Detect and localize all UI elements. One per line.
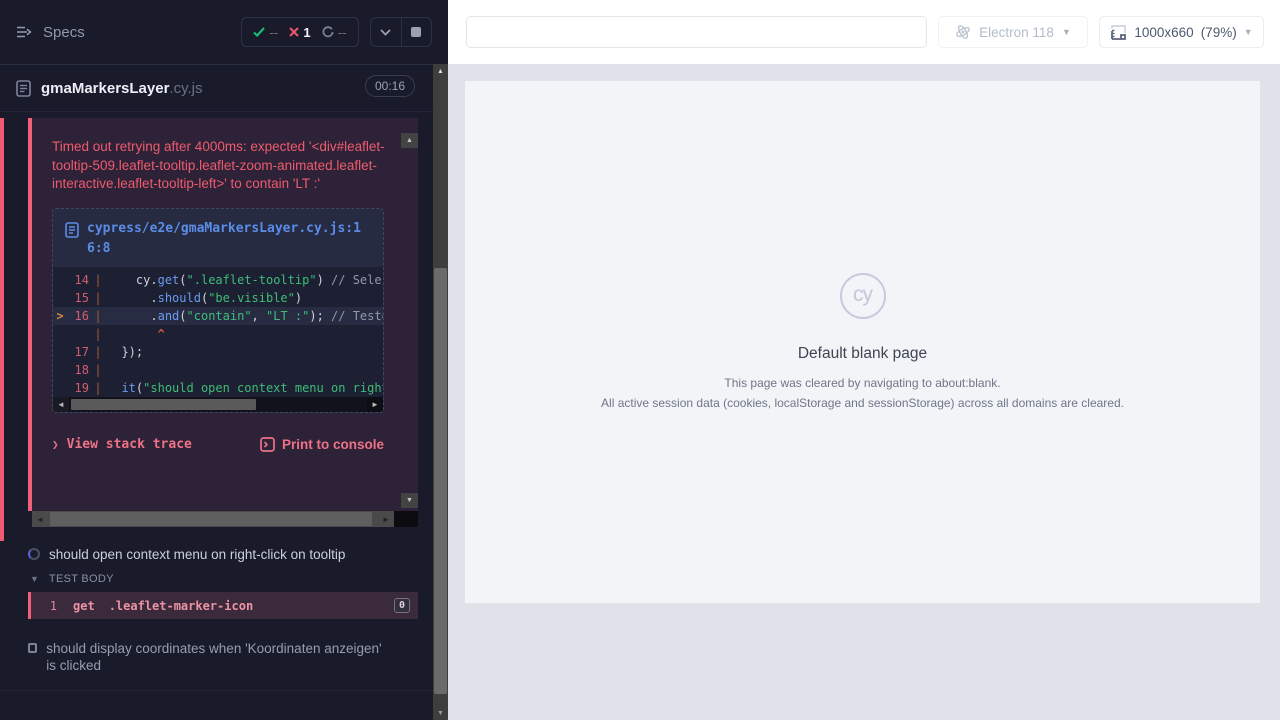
aut-stage: cy Default blank page This page was clea… xyxy=(448,64,1280,720)
stat-pending: -- xyxy=(322,25,347,40)
error-scroll-up-icon[interactable]: ▲ xyxy=(401,133,418,148)
console-icon xyxy=(260,437,275,452)
print-to-console-button[interactable]: Print to console xyxy=(260,437,384,452)
failed-attempt-bar xyxy=(0,118,4,541)
code-scrollbar-thumb[interactable] xyxy=(71,399,256,410)
code-line: 15| .should("be.visible") xyxy=(53,289,383,307)
chevron-down-icon: ▼ xyxy=(1062,27,1071,37)
code-line: 14| cy.get(".leaflet-tooltip") // Selek xyxy=(53,271,383,289)
command-count-badge: 0 xyxy=(394,598,410,613)
test-stats: -- 1 -- xyxy=(241,17,359,47)
reporter-scrollbar-thumb[interactable] xyxy=(434,268,447,694)
scroll-right-icon[interactable]: ► xyxy=(378,511,394,527)
spec-file-icon xyxy=(16,80,31,97)
error-actions: ❯View stack trace Print to console xyxy=(52,437,384,452)
blank-page-line1: This page was cleared by navigating to a… xyxy=(601,375,1124,391)
specs-label: Specs xyxy=(43,24,85,41)
cypress-logo: cy xyxy=(840,273,886,319)
reporter-header: Specs -- 1 -- xyxy=(0,0,433,65)
pending-test-row[interactable]: should display coordinates when 'Koordin… xyxy=(28,640,388,674)
browser-label: Electron 118 xyxy=(979,25,1054,40)
restart-icon xyxy=(322,26,334,38)
chevron-right-icon: ❯ xyxy=(52,438,59,451)
viewport-label: 1000x660 xyxy=(1134,25,1193,40)
spec-name: gmaMarkersLayer.cy.js xyxy=(41,80,202,97)
code-horizontal-scrollbar[interactable]: ◄ ► xyxy=(53,397,383,412)
pending-test-icon xyxy=(28,643,37,653)
code-line: | ^ xyxy=(53,325,383,343)
spec-header: gmaMarkersLayer.cy.js 00:16 xyxy=(0,66,433,112)
code-lines: 14| cy.get(".leaflet-tooltip") // Selek1… xyxy=(53,267,383,397)
error-horizontal-scrollbar[interactable]: ◄ ► xyxy=(32,511,394,527)
chevron-down-icon: ▼ xyxy=(30,574,39,584)
test-title: should display coordinates when 'Koordin… xyxy=(46,640,388,674)
stop-run-button[interactable] xyxy=(402,18,432,46)
app-under-test-panel: Electron 118 ▼ 1000x660 (79%) ▼ cy Defau… xyxy=(448,0,1280,720)
cross-icon xyxy=(289,27,299,37)
check-icon xyxy=(253,27,265,37)
blank-page-message: cy Default blank page This page was clea… xyxy=(601,273,1124,411)
viewport-ruler-icon xyxy=(1110,25,1127,40)
stat-passed: -- xyxy=(253,25,278,40)
aut-toolbar: Electron 118 ▼ 1000x660 (79%) ▼ xyxy=(448,0,1280,64)
scrollbar-corner xyxy=(394,511,418,527)
command-method: get xyxy=(73,599,95,613)
error-scroll-down-icon[interactable]: ▼ xyxy=(401,493,418,508)
scroll-left-icon[interactable]: ◄ xyxy=(53,397,69,412)
specs-list-icon xyxy=(16,25,33,39)
chevron-down-icon: ▼ xyxy=(1244,27,1253,37)
scroll-left-icon[interactable]: ◄ xyxy=(32,511,48,527)
specs-menu-button[interactable]: Specs xyxy=(16,24,85,41)
code-line: 17| }); xyxy=(53,343,383,361)
error-display: Timed out retrying after 4000ms: expecte… xyxy=(28,118,418,511)
electron-icon xyxy=(955,24,971,40)
scroll-right-icon[interactable]: ► xyxy=(367,397,383,412)
error-scrollbar-thumb[interactable] xyxy=(50,512,372,526)
run-controls xyxy=(370,17,432,47)
reporter-vertical-scrollbar[interactable]: ▲ ▼ xyxy=(433,64,448,720)
blank-page-line2: All active session data (cookies, localS… xyxy=(601,395,1124,411)
spec-duration-badge: 00:16 xyxy=(365,75,415,97)
code-frame: cypress/e2e/gmaMarkersLayer.cy.js:16:8 1… xyxy=(52,208,384,413)
test-body-toggle[interactable]: ▼ TEST BODY xyxy=(30,573,114,585)
url-input[interactable] xyxy=(466,16,927,48)
reporter-content-end-divider xyxy=(0,690,433,691)
command-row[interactable]: 1 get .leaflet-marker-icon 0 xyxy=(28,592,418,619)
running-test-row[interactable]: should open context menu on right-click … xyxy=(28,546,345,563)
file-icon xyxy=(65,222,79,259)
code-line: 18| xyxy=(53,361,383,379)
view-stack-trace-button[interactable]: ❯View stack trace xyxy=(52,437,192,452)
stat-failed: 1 xyxy=(289,25,310,40)
browser-selector[interactable]: Electron 118 ▼ xyxy=(938,16,1088,48)
error-file-link[interactable]: cypress/e2e/gmaMarkersLayer.cy.js:16:8 xyxy=(53,209,383,267)
collapse-all-button[interactable] xyxy=(371,18,402,46)
running-spinner-icon xyxy=(28,548,40,560)
scroll-up-icon[interactable]: ▲ xyxy=(433,64,448,78)
blank-page-title: Default blank page xyxy=(601,345,1124,363)
viewport-selector[interactable]: 1000x660 (79%) ▼ xyxy=(1099,16,1264,48)
command-number: 1 xyxy=(31,599,57,613)
error-message: Timed out retrying after 4000ms: expecte… xyxy=(52,138,396,194)
test-title: should open context menu on right-click … xyxy=(49,546,345,563)
chevron-down-icon xyxy=(380,29,391,36)
zoom-label: (79%) xyxy=(1201,25,1237,40)
scroll-down-icon[interactable]: ▼ xyxy=(433,706,448,720)
command-message: .leaflet-marker-icon xyxy=(109,599,254,613)
code-line: 19| it("should open context menu on righ… xyxy=(53,379,383,397)
aut-iframe: cy Default blank page This page was clea… xyxy=(465,81,1260,603)
stop-icon xyxy=(411,27,421,37)
reporter-panel: Specs -- 1 -- xyxy=(0,0,448,720)
code-line: >16| .and("contain", "LT :"); // Teste xyxy=(53,307,383,325)
